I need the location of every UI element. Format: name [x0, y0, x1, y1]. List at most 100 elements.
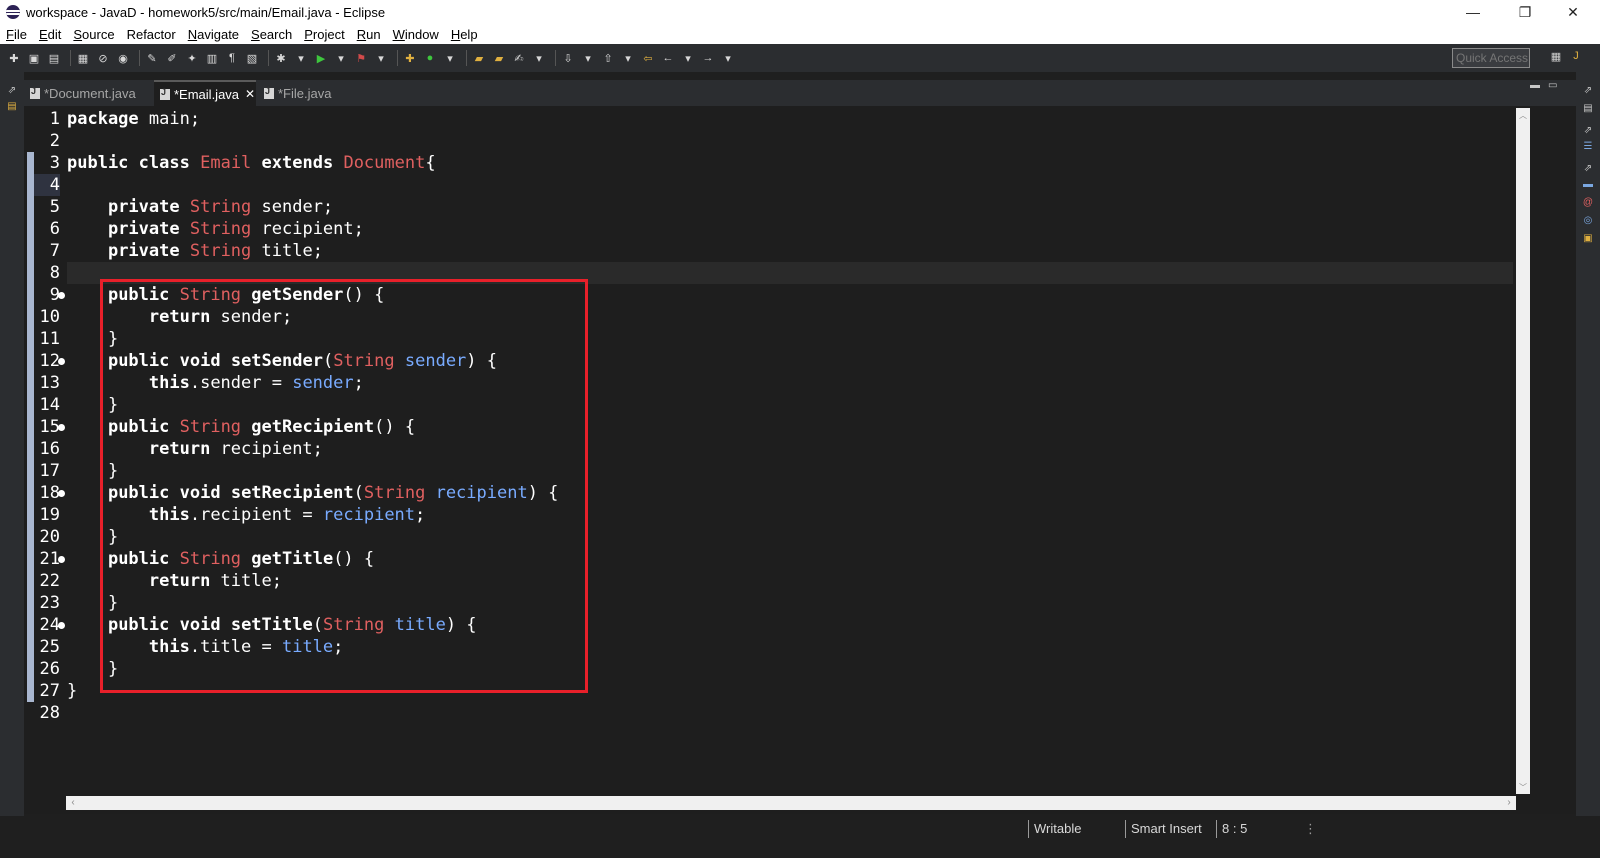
dropdown-arrow-icon[interactable]: ▾: [680, 50, 696, 66]
tab-file-java[interactable]: *File.java: [258, 80, 348, 106]
fold-toggle-icon[interactable]: [58, 358, 65, 365]
open-package-icon[interactable]: ▰: [491, 50, 507, 66]
show-whitespace-icon[interactable]: ¶: [224, 50, 240, 66]
menu-navigate[interactable]: Navigate: [188, 27, 239, 42]
menu-file[interactable]: File: [6, 27, 27, 42]
restore-view-icon[interactable]: ⇗: [1581, 162, 1595, 176]
maximize-editor-icon[interactable]: ▭: [1548, 80, 1557, 91]
line-number: 2: [49, 131, 60, 151]
next-annotation-icon[interactable]: ⇩: [560, 50, 576, 66]
search-icon[interactable]: ✍: [511, 50, 527, 66]
dropdown-arrow-icon[interactable]: ▾: [531, 50, 547, 66]
terminal-icon[interactable]: ◉: [115, 50, 131, 66]
forward-icon[interactable]: →: [700, 50, 716, 66]
code-token: package: [67, 109, 139, 129]
restore-button[interactable]: ❐: [1502, 0, 1548, 24]
restore-view-icon[interactable]: ⇗: [5, 84, 19, 98]
fold-toggle-icon[interactable]: [58, 622, 65, 629]
code-line[interactable]: [67, 130, 1517, 152]
annotation-icon[interactable]: ▧: [244, 50, 260, 66]
new-class-icon[interactable]: ●: [422, 50, 438, 66]
scroll-right-icon[interactable]: ›: [1504, 796, 1514, 810]
console-icon[interactable]: ▣: [1581, 232, 1595, 246]
title-bar: workspace - JavaD - homework5/src/main/E…: [0, 0, 1600, 24]
fold-toggle-icon[interactable]: [58, 292, 65, 299]
menu-project[interactable]: Project: [304, 27, 344, 42]
block-select-icon[interactable]: ▥: [204, 50, 220, 66]
menu-help[interactable]: Help: [451, 27, 478, 42]
restore-view-icon[interactable]: ⇗: [1581, 124, 1595, 138]
minimize-button[interactable]: —: [1450, 0, 1496, 24]
scroll-left-icon[interactable]: ‹: [68, 796, 78, 810]
problems-icon[interactable]: ▬: [1581, 178, 1595, 192]
status-menu-handle-icon[interactable]: ⋮: [1304, 820, 1317, 838]
new-java-project-icon[interactable]: ✚: [402, 50, 418, 66]
previous-annotation-icon[interactable]: ⇧: [600, 50, 616, 66]
run-icon[interactable]: ▶: [313, 50, 329, 66]
menu-label: indow: [404, 26, 439, 42]
dropdown-arrow-icon[interactable]: ▾: [333, 50, 349, 66]
fold-toggle-icon[interactable]: [58, 490, 65, 497]
dropdown-arrow-icon[interactable]: ▾: [373, 50, 389, 66]
print-icon[interactable]: ▦: [75, 50, 91, 66]
dropdown-arrow-icon[interactable]: ▾: [720, 50, 736, 66]
debug-icon[interactable]: ✱: [273, 50, 289, 66]
task-list-icon[interactable]: ▤: [1581, 102, 1595, 116]
open-type-icon[interactable]: ✎: [144, 50, 160, 66]
close-window-button[interactable]: ✕: [1550, 0, 1596, 24]
save-icon[interactable]: ▣: [26, 50, 42, 66]
code-line[interactable]: package main;: [67, 108, 1517, 130]
scroll-up-icon[interactable]: ︿: [1518, 110, 1528, 120]
quick-access-input[interactable]: [1452, 48, 1530, 68]
code-token: sender;: [251, 197, 334, 217]
scroll-down-icon[interactable]: ﹀: [1518, 782, 1528, 792]
menu-refactor[interactable]: Refactor: [127, 27, 176, 42]
minimize-editor-icon[interactable]: ▬: [1530, 80, 1540, 91]
fold-toggle-icon[interactable]: [58, 556, 65, 563]
status-bar: Writable Smart Insert 8 : 5 ⋮: [0, 816, 1600, 858]
dropdown-arrow-icon[interactable]: ▾: [580, 50, 596, 66]
code-line[interactable]: private String title;: [67, 240, 1517, 262]
outline-icon[interactable]: ☰: [1581, 140, 1595, 154]
menu-window[interactable]: Window: [393, 27, 439, 42]
code-line[interactable]: public class Email extends Document{: [67, 152, 1517, 174]
code-token: private: [107, 219, 180, 239]
fold-toggle-icon[interactable]: [58, 424, 65, 431]
restore-view-icon[interactable]: ⇗: [1581, 84, 1595, 98]
skip-breakpoints-icon[interactable]: ⊘: [95, 50, 111, 66]
declaration-icon[interactable]: ◎: [1581, 214, 1595, 228]
back-icon[interactable]: ←: [660, 50, 676, 66]
menu-label: roject: [312, 26, 345, 42]
menu-run[interactable]: Run: [357, 27, 381, 42]
package-explorer-icon[interactable]: ▤: [5, 100, 19, 114]
menu-source[interactable]: Source: [73, 27, 114, 42]
close-tab-icon[interactable]: ✕: [245, 87, 255, 101]
javadoc-icon[interactable]: @: [1581, 196, 1595, 210]
open-task-icon[interactable]: ✐: [164, 50, 180, 66]
code-line[interactable]: [67, 702, 1517, 724]
editor-tab-bar: *Document.java *Email.java ✕ *File.java: [24, 80, 1576, 106]
java-perspective-icon[interactable]: J: [1568, 50, 1584, 66]
external-tools-icon[interactable]: ⚑: [353, 50, 369, 66]
menu-edit[interactable]: Edit: [39, 27, 61, 42]
code-line[interactable]: [67, 174, 1517, 196]
vertical-scrollbar[interactable]: ︿ ﹀: [1516, 108, 1530, 794]
toggle-mark-icon[interactable]: ✦: [184, 50, 200, 66]
dropdown-arrow-icon[interactable]: ▾: [620, 50, 636, 66]
open-perspective-icon[interactable]: ▦: [1548, 50, 1564, 66]
window-title: workspace - JavaD - homework5/src/main/E…: [26, 4, 386, 20]
last-edit-icon[interactable]: ⇦: [640, 50, 656, 66]
open-folder-icon[interactable]: ▰: [471, 50, 487, 66]
dropdown-arrow-icon[interactable]: ▾: [293, 50, 309, 66]
tab-email-java[interactable]: *Email.java ✕: [154, 80, 256, 106]
dropdown-arrow-icon[interactable]: ▾: [442, 50, 458, 66]
new-icon[interactable]: ✚: [6, 50, 22, 66]
code-line[interactable]: private String sender;: [67, 196, 1517, 218]
save-all-icon[interactable]: ▤: [46, 50, 62, 66]
tab-document-java[interactable]: *Document.java: [24, 80, 150, 106]
menu-search[interactable]: Search: [251, 27, 292, 42]
horizontal-scrollbar[interactable]: ‹ ›: [66, 796, 1516, 810]
code-line[interactable]: private String recipient;: [67, 218, 1517, 240]
